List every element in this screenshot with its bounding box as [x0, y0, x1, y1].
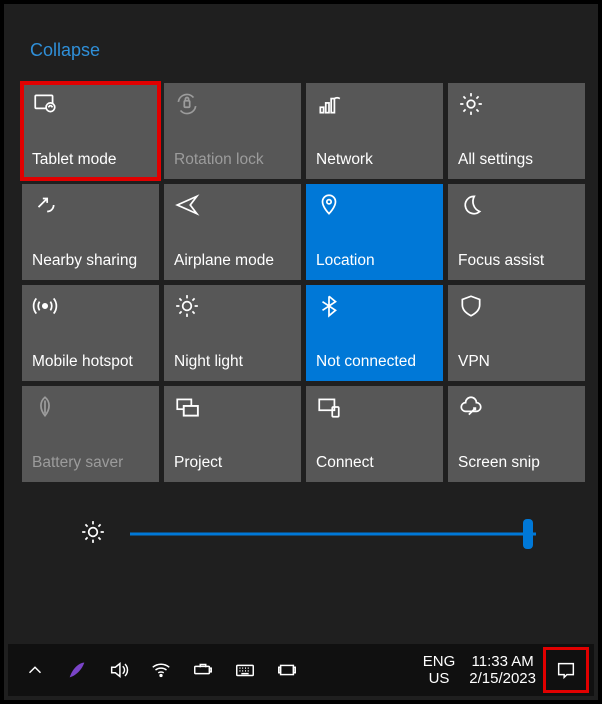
- tile-rotation-lock[interactable]: Rotation lock: [164, 83, 301, 179]
- touch-keyboard-icon[interactable]: [234, 659, 256, 681]
- tile-label: Airplane mode: [174, 252, 291, 270]
- snip-cloud-icon: [458, 394, 484, 420]
- wifi-icon[interactable]: [150, 659, 172, 681]
- tray-overflow-chevron-icon[interactable]: [24, 659, 46, 681]
- tile-label: Screen snip: [458, 454, 575, 472]
- nearby-sharing-icon: [32, 192, 58, 218]
- airplane-icon: [174, 192, 200, 218]
- tile-all-settings[interactable]: All settings: [448, 83, 585, 179]
- tile-label: Focus assist: [458, 252, 575, 270]
- tile-label: All settings: [458, 151, 575, 169]
- action-center-button[interactable]: [546, 650, 586, 690]
- action-center-panel: Collapse Tablet mode Rotation lock Netwo…: [4, 4, 598, 552]
- tile-battery-saver[interactable]: Battery saver: [22, 386, 159, 482]
- connect-icon: [316, 394, 342, 420]
- tile-label: Not connected: [316, 353, 433, 371]
- tile-location[interactable]: Location: [306, 184, 443, 280]
- clock[interactable]: 11:33 AM 2/15/2023: [469, 653, 536, 687]
- tile-night-light[interactable]: Night light: [164, 285, 301, 381]
- tile-label: Nearby sharing: [32, 252, 149, 270]
- tile-bluetooth[interactable]: Not connected: [306, 285, 443, 381]
- rotation-lock-icon: [174, 91, 200, 117]
- settings-gear-icon: [458, 91, 484, 117]
- tile-vpn[interactable]: VPN: [448, 285, 585, 381]
- clock-time: 11:33 AM: [469, 653, 536, 670]
- tile-mobile-hotspot[interactable]: Mobile hotspot: [22, 285, 159, 381]
- clock-date: 2/15/2023: [469, 670, 536, 687]
- brightness-icon: [80, 519, 106, 550]
- vpn-shield-icon: [458, 293, 484, 319]
- project-icon: [174, 394, 200, 420]
- tile-airplane-mode[interactable]: Airplane mode: [164, 184, 301, 280]
- tile-label: Location: [316, 252, 433, 270]
- tile-label: Mobile hotspot: [32, 353, 149, 371]
- tile-label: Tablet mode: [32, 151, 149, 169]
- tile-screen-snip[interactable]: Screen snip: [448, 386, 585, 482]
- leaf-icon: [32, 394, 58, 420]
- slider-track: [130, 533, 536, 536]
- slider-thumb[interactable]: [523, 519, 533, 549]
- tile-nearby-sharing[interactable]: Nearby sharing: [22, 184, 159, 280]
- bluetooth-icon: [316, 293, 342, 319]
- language-bottom: US: [423, 670, 456, 687]
- tile-label: Battery saver: [32, 454, 149, 472]
- tile-label: Project: [174, 454, 291, 472]
- taskbar: ENG US 11:33 AM 2/15/2023: [8, 644, 594, 696]
- brightness-row: [80, 516, 576, 552]
- task-view-icon[interactable]: [276, 659, 298, 681]
- tablet-mode-icon: [32, 91, 58, 117]
- tile-label: Network: [316, 151, 433, 169]
- sun-icon: [174, 293, 200, 319]
- quick-actions-grid: Tablet mode Rotation lock Network All se…: [22, 83, 586, 482]
- notification-icon: [555, 659, 577, 681]
- tile-label: Night light: [174, 353, 291, 371]
- tile-label: Connect: [316, 454, 433, 472]
- brightness-slider[interactable]: [130, 516, 536, 552]
- tile-project[interactable]: Project: [164, 386, 301, 482]
- volume-icon[interactable]: [108, 659, 130, 681]
- tile-network[interactable]: Network: [306, 83, 443, 179]
- language-indicator[interactable]: ENG US: [423, 653, 456, 687]
- moon-icon: [458, 192, 484, 218]
- battery-charging-icon[interactable]: [192, 659, 214, 681]
- location-pin-icon: [316, 192, 342, 218]
- tile-connect[interactable]: Connect: [306, 386, 443, 482]
- hotspot-icon: [32, 293, 58, 319]
- tile-focus-assist[interactable]: Focus assist: [448, 184, 585, 280]
- system-tray: [24, 659, 298, 681]
- network-icon: [316, 91, 342, 117]
- tile-label: VPN: [458, 353, 575, 371]
- tile-label: Rotation lock: [174, 151, 291, 169]
- language-top: ENG: [423, 653, 456, 670]
- windows-ink-icon[interactable]: [66, 659, 88, 681]
- tile-tablet-mode[interactable]: Tablet mode: [22, 83, 159, 179]
- collapse-link[interactable]: Collapse: [30, 40, 100, 61]
